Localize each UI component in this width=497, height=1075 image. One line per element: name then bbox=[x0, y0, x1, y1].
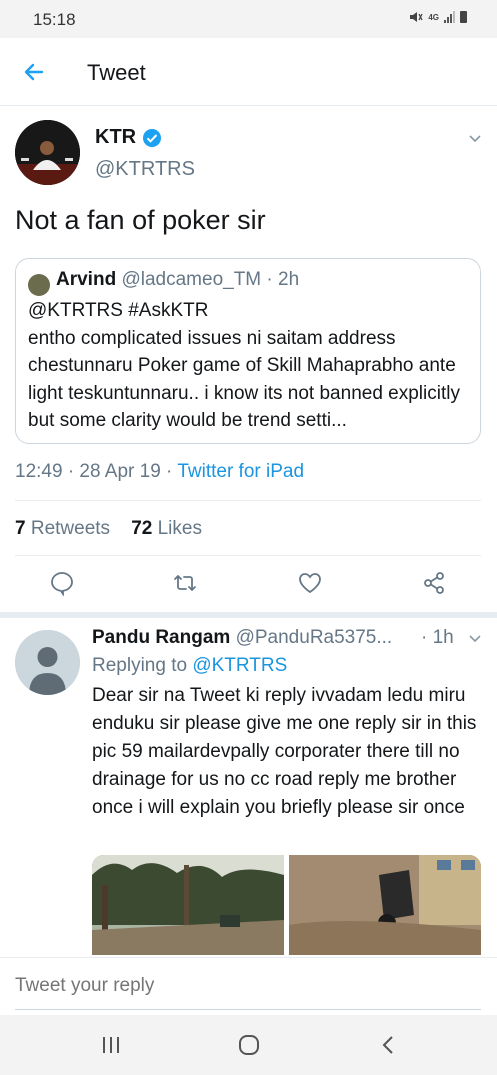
quoted-author-name: Arvind bbox=[56, 269, 117, 290]
reply-input-underline bbox=[15, 1009, 481, 1010]
chevron-down-icon[interactable] bbox=[468, 132, 482, 146]
author-name-row[interactable]: KTR bbox=[95, 126, 162, 149]
status-icons: 4G bbox=[409, 11, 467, 23]
retweet-icon[interactable] bbox=[172, 570, 198, 596]
reply-author-avatar[interactable] bbox=[15, 630, 80, 695]
share-icon[interactable] bbox=[421, 570, 447, 596]
app-bar: Tweet bbox=[0, 38, 497, 106]
reply-composer bbox=[0, 957, 497, 1015]
reply-author-handle: @PanduRa5375... bbox=[230, 627, 393, 648]
back-icon[interactable] bbox=[377, 1033, 401, 1057]
battery-icon bbox=[460, 11, 467, 23]
reply-header: Pandu Rangam @PanduRa5375... bbox=[92, 627, 392, 649]
quoted-tweet-card[interactable]: Arvind @ladcameo_TM · 2h @KTRTRS #AskKTR… bbox=[15, 258, 481, 444]
author-avatar[interactable] bbox=[15, 120, 80, 185]
retweets-label: Retweets bbox=[25, 518, 111, 539]
reply-time: · 1h bbox=[421, 627, 454, 648]
signal-icon bbox=[444, 11, 455, 23]
like-heart-icon[interactable] bbox=[297, 570, 323, 596]
section-separator bbox=[0, 612, 497, 618]
back-arrow-icon[interactable] bbox=[22, 60, 46, 84]
system-nav-bar bbox=[0, 1015, 497, 1075]
likes-stat[interactable]: 72 Likes bbox=[131, 518, 202, 539]
mute-icon bbox=[410, 12, 423, 22]
reply-photo-2[interactable] bbox=[289, 855, 481, 955]
replying-prefix: Replying to bbox=[92, 655, 193, 676]
status-bar: 15:18 4G bbox=[0, 0, 497, 38]
chevron-down-icon[interactable] bbox=[468, 632, 482, 646]
tweet-stats: 7 Retweets 72 Likes bbox=[15, 518, 202, 540]
divider bbox=[15, 555, 481, 556]
quoted-tweet-header: Arvind @ladcameo_TM · 2h bbox=[56, 269, 299, 291]
tweet-actions bbox=[0, 570, 497, 600]
reply-icon[interactable] bbox=[49, 570, 75, 596]
reply-photo-1[interactable] bbox=[92, 855, 284, 955]
replying-to: Replying to @KTRTRS bbox=[92, 655, 287, 677]
divider bbox=[15, 500, 481, 501]
home-icon[interactable] bbox=[237, 1033, 261, 1057]
reply-author-name[interactable]: Pandu Rangam bbox=[92, 627, 230, 648]
tweet-text: Not a fan of poker sir bbox=[15, 205, 266, 235]
likes-label: Likes bbox=[152, 518, 202, 539]
page-title: Tweet bbox=[87, 60, 146, 85]
retweets-count: 7 bbox=[15, 518, 26, 539]
verified-badge-icon bbox=[143, 128, 162, 147]
author-handle: @KTRTRS bbox=[95, 158, 195, 180]
retweets-stat[interactable]: 7 Retweets bbox=[15, 518, 110, 539]
recent-apps-icon[interactable] bbox=[99, 1033, 123, 1057]
tweet-meta: 12:49 · 28 Apr 19 · Twitter for iPad bbox=[15, 461, 304, 483]
quoted-author-avatar bbox=[28, 274, 50, 296]
tweet-source-link[interactable]: Twitter for iPad bbox=[177, 461, 304, 482]
network-label: 4G bbox=[428, 12, 439, 22]
quoted-tweet-text: @KTRTRS #AskKTR entho complicated issues… bbox=[28, 300, 460, 431]
reply-input[interactable] bbox=[15, 975, 475, 997]
status-time: 15:18 bbox=[33, 10, 76, 29]
tweet-timestamp: 12:49 · 28 Apr 19 · bbox=[15, 461, 178, 482]
reply-text: Dear sir na Tweet ki reply ivvadam ledu … bbox=[92, 685, 477, 818]
author-name: KTR bbox=[95, 126, 137, 148]
quoted-author-handle: @ladcameo_TM · 2h bbox=[116, 269, 300, 290]
likes-count: 72 bbox=[131, 518, 153, 539]
replying-to-link[interactable]: @KTRTRS bbox=[192, 655, 287, 676]
